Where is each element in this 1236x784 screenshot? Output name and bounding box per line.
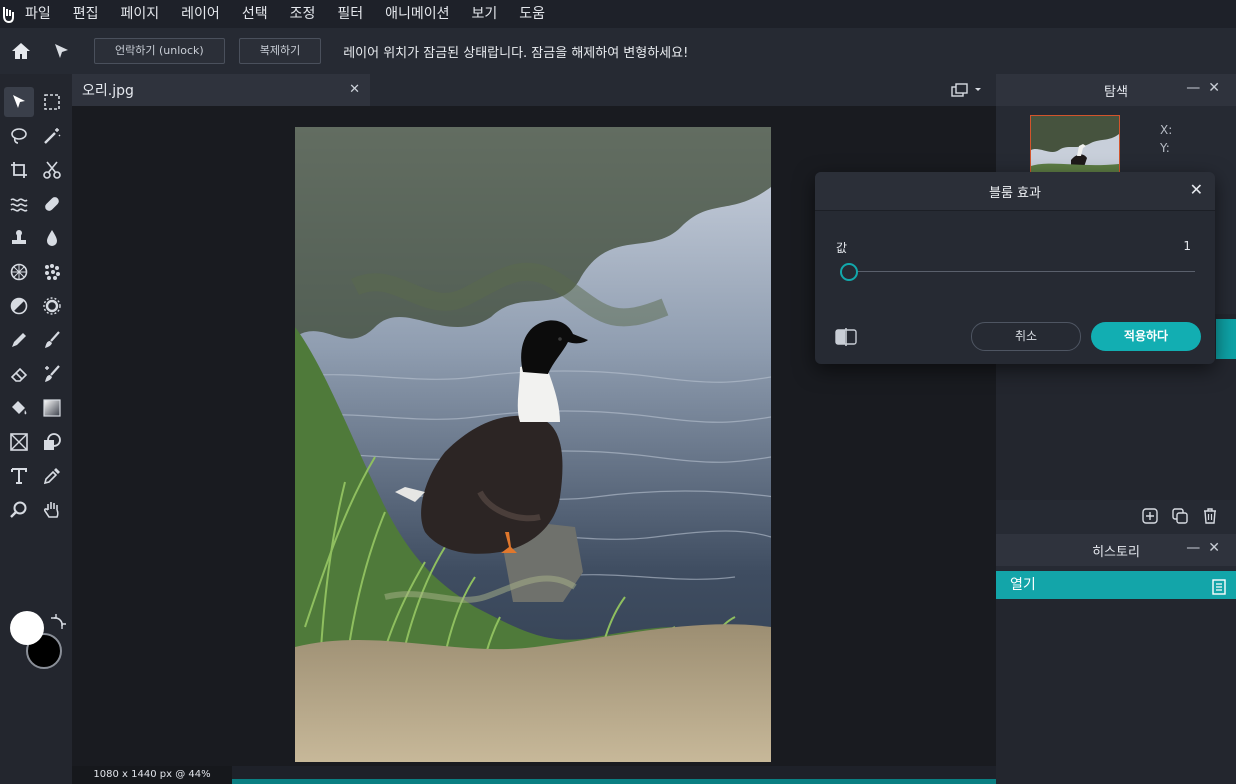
value-slider-track[interactable] xyxy=(847,271,1195,272)
navigator-title: 탐색 xyxy=(1104,84,1128,100)
add-layer-icon[interactable] xyxy=(1142,508,1158,528)
minimize-icon[interactable]: — xyxy=(1186,80,1208,96)
menu-bar: 파일 편집 페이지 레이어 선택 조정 필터 애니메이션 보기 도움 xyxy=(0,0,1236,28)
compare-split-icon[interactable] xyxy=(835,327,857,351)
dialog-header: 블룸 효과 ✕ xyxy=(815,172,1215,211)
color-replace-brush-icon[interactable] xyxy=(37,359,67,389)
paint-bucket-icon[interactable] xyxy=(4,393,34,423)
trash-icon[interactable] xyxy=(1202,508,1218,528)
scissors-icon[interactable] xyxy=(37,155,67,185)
bloom-dialog: 블룸 효과 ✕ 값 1 취소 적용하다 xyxy=(815,172,1215,364)
options-toolbar: 언락하기 (unlock) 복제하기 레이어 위치가 잠금된 상태랍니다. 잠금… xyxy=(0,28,1236,74)
close-icon[interactable]: ✕ xyxy=(1208,80,1228,96)
eyedropper-icon[interactable] xyxy=(37,461,67,491)
history-item[interactable]: 열기 xyxy=(996,571,1236,599)
cursor-x-label: X: xyxy=(1160,123,1173,137)
sponge-icon[interactable] xyxy=(4,257,34,287)
dodge-burn-icon[interactable] xyxy=(4,291,34,321)
brush-icon[interactable] xyxy=(37,325,67,355)
lasso-icon[interactable] xyxy=(4,121,34,151)
window-arrange-icon[interactable] xyxy=(950,82,984,102)
navigator-header: 탐색 —✕ xyxy=(996,74,1236,106)
document-tab-bar: 오리.jpg ✕ xyxy=(72,74,996,106)
value-label: 값 xyxy=(836,241,848,255)
menu-view[interactable]: 보기 xyxy=(461,0,509,28)
history-list xyxy=(996,599,1236,784)
pencil-icon[interactable] xyxy=(4,325,34,355)
hand-cursor-icon xyxy=(3,7,14,23)
clone-stamp-icon[interactable] xyxy=(4,223,34,253)
history-title: 히스토리 xyxy=(1092,544,1140,560)
marquee-select-icon[interactable] xyxy=(37,87,67,117)
minimize-icon[interactable]: — xyxy=(1186,540,1208,556)
pattern-dots-icon[interactable] xyxy=(37,257,67,287)
menu-help[interactable]: 도움 xyxy=(508,0,556,28)
magic-wand-icon[interactable] xyxy=(37,121,67,151)
menu-file[interactable]: 파일 xyxy=(14,0,62,28)
value-readout: 1 xyxy=(1183,239,1191,253)
tools-panel xyxy=(0,74,72,784)
duck-photo[interactable] xyxy=(295,127,771,762)
menu-select[interactable]: 선택 xyxy=(231,0,279,28)
home-icon[interactable] xyxy=(2,32,40,70)
layer-actions xyxy=(996,500,1236,532)
swap-colors-icon[interactable] xyxy=(50,614,66,634)
document-tab[interactable]: 오리.jpg ✕ xyxy=(72,74,370,106)
duplicate-button[interactable]: 복제하기 xyxy=(238,38,322,64)
move-tool-icon[interactable] xyxy=(42,32,80,70)
text-tool-icon[interactable] xyxy=(4,461,34,491)
frame-placeholder-icon[interactable] xyxy=(4,427,34,457)
document-tab-title: 오리.jpg xyxy=(82,83,134,99)
apply-button[interactable]: 적용하다 xyxy=(1091,322,1201,351)
unlock-button[interactable]: 언락하기 (unlock) xyxy=(94,38,225,64)
menu-filter[interactable]: 필터 xyxy=(326,0,374,28)
gradient-icon[interactable] xyxy=(37,393,67,423)
cancel-button[interactable]: 취소 xyxy=(971,322,1081,351)
shape-tool-icon[interactable] xyxy=(37,427,67,457)
crop-icon[interactable] xyxy=(4,155,34,185)
active-layer-strip[interactable] xyxy=(1216,319,1236,359)
close-icon[interactable]: ✕ xyxy=(1208,540,1228,556)
dialog-title: 블룸 효과 xyxy=(989,185,1041,201)
menu-adjust[interactable]: 조정 xyxy=(279,0,327,28)
history-header: 히스토리 —✕ xyxy=(996,534,1236,566)
menu-page[interactable]: 페이지 xyxy=(110,0,171,28)
history-item-label: 열기 xyxy=(1010,577,1036,593)
liquify-icon[interactable] xyxy=(4,189,34,219)
menu-animation[interactable]: 애니메이션 xyxy=(374,0,460,28)
healing-bandage-icon[interactable] xyxy=(37,189,67,219)
lock-message: 레이어 위치가 잠금된 상태랍니다. 잠금을 해제하여 변형하세요! xyxy=(343,45,689,61)
sharpen-gear-icon[interactable] xyxy=(37,291,67,321)
menu-edit[interactable]: 편집 xyxy=(62,0,110,28)
duplicate-layer-icon[interactable] xyxy=(1172,508,1188,528)
close-icon[interactable]: ✕ xyxy=(349,82,360,97)
close-icon[interactable]: ✕ xyxy=(1190,180,1203,199)
foreground-color-swatch[interactable] xyxy=(10,611,44,645)
eraser-icon[interactable] xyxy=(4,359,34,389)
zoom-status: 1080 x 1440 px @ 44% xyxy=(72,766,232,784)
blur-drop-icon[interactable] xyxy=(37,223,67,253)
navigator-thumbnail[interactable] xyxy=(1030,115,1120,175)
cursor-y-label: Y: xyxy=(1160,141,1170,155)
zoom-magnifier-icon[interactable] xyxy=(4,495,34,525)
hand-pan-icon[interactable] xyxy=(37,495,67,525)
value-slider-thumb[interactable] xyxy=(840,263,858,281)
select-arrow-icon[interactable] xyxy=(4,87,34,117)
menu-layer[interactable]: 레이어 xyxy=(170,0,231,28)
